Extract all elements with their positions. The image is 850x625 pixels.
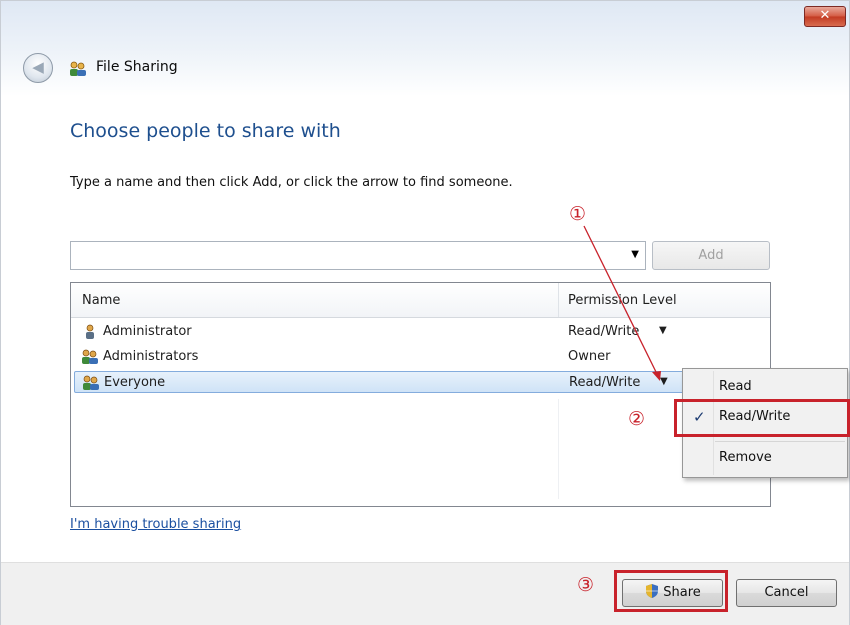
- row-permission: Owner: [568, 349, 611, 364]
- column-divider: [558, 399, 559, 499]
- permission-dropdown-arrow-icon[interactable]: ▼: [660, 376, 668, 387]
- list-header: Name Permission Level: [71, 283, 770, 318]
- step-marker-1: ①: [569, 203, 587, 225]
- menu-item-read[interactable]: Read: [719, 379, 752, 394]
- trouble-sharing-link[interactable]: I'm having trouble sharing: [70, 517, 241, 532]
- menu-separator: [715, 441, 845, 442]
- list-row-everyone[interactable]: Everyone Read/Write ▼: [74, 371, 769, 393]
- file-sharing-window: ✕ ◀ File Sharing Choose people to share …: [0, 0, 850, 625]
- step-marker-2: ②: [628, 408, 646, 430]
- read-write-highlight-box: [674, 399, 850, 437]
- menu-item-remove[interactable]: Remove: [719, 450, 772, 465]
- cancel-button[interactable]: Cancel: [736, 579, 837, 607]
- column-separator[interactable]: [558, 283, 559, 317]
- column-header-permission[interactable]: Permission Level: [568, 293, 677, 308]
- row-name: Administrators: [103, 349, 199, 364]
- window-title: File Sharing: [96, 59, 178, 75]
- sharing-list: Name Permission Level Administrator Read…: [70, 282, 771, 507]
- add-button[interactable]: Add: [652, 241, 770, 270]
- list-row-administrator[interactable]: Administrator Read/Write ▼: [74, 321, 769, 343]
- row-name: Administrator: [103, 324, 192, 339]
- group-icon: [82, 349, 98, 364]
- instructions-text: Type a name and then click Add, or click…: [70, 175, 513, 190]
- title-bar: ✕ ◀ File Sharing: [1, 1, 849, 96]
- row-permission[interactable]: Read/Write: [568, 324, 639, 339]
- user-icon: [86, 324, 94, 339]
- group-icon: [83, 375, 99, 390]
- back-arrow-icon[interactable]: ◀: [23, 53, 53, 83]
- combo-dropdown-arrow-icon[interactable]: ▼: [631, 249, 639, 260]
- list-row-administrators[interactable]: Administrators Owner: [74, 346, 769, 368]
- row-permission[interactable]: Read/Write: [569, 375, 640, 390]
- step-marker-3: ③: [577, 574, 595, 596]
- file-sharing-icon: [70, 61, 86, 76]
- name-combo-input[interactable]: ▼: [70, 241, 646, 270]
- row-name: Everyone: [104, 375, 166, 390]
- close-button[interactable]: ✕: [804, 6, 846, 27]
- permission-dropdown-arrow-icon[interactable]: ▼: [659, 325, 667, 336]
- column-header-name[interactable]: Name: [82, 293, 120, 308]
- page-heading: Choose people to share with: [70, 120, 341, 142]
- share-highlight-box: [614, 570, 728, 612]
